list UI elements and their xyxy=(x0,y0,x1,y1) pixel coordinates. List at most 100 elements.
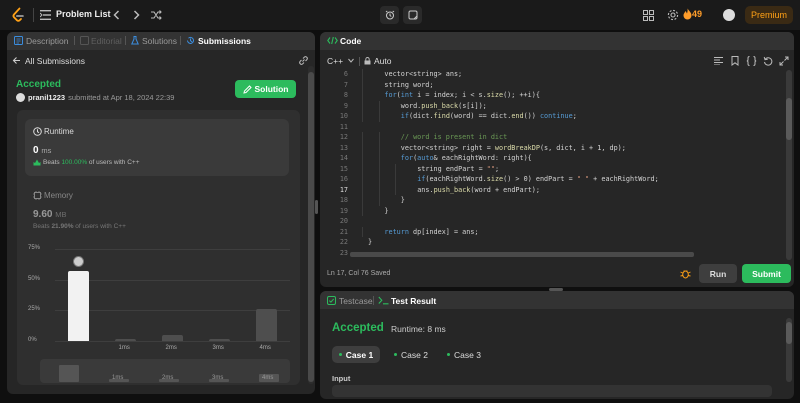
code-vertical-scrollbar[interactable] xyxy=(786,70,792,260)
case-1-tab[interactable]: Case 1 xyxy=(332,346,380,363)
run-button[interactable]: Run xyxy=(699,264,737,283)
tab-test-result[interactable]: Test Result xyxy=(391,296,436,306)
overview-bar xyxy=(59,365,79,382)
list-icon[interactable] xyxy=(40,10,51,20)
language-select[interactable]: C++ xyxy=(327,56,343,66)
distribution-overview[interactable]: 1ms 2ms 3ms 4ms xyxy=(40,359,290,383)
timer-button[interactable] xyxy=(380,6,399,24)
streak-count[interactable]: 49 xyxy=(692,9,702,19)
submit-button[interactable]: Submit xyxy=(742,264,791,283)
chevron-down-icon[interactable] xyxy=(348,58,354,63)
fullscreen-icon[interactable] xyxy=(779,56,789,66)
case-3-tab[interactable]: Case 3 xyxy=(442,346,486,363)
code-line[interactable]: ans.push_back(word + endPart); xyxy=(417,186,540,194)
input-label: Input xyxy=(332,374,351,383)
testcase-checkbox-icon xyxy=(327,296,336,305)
line-number: 15 xyxy=(339,164,348,173)
reset-icon[interactable] xyxy=(763,56,773,66)
chart-bar[interactable] xyxy=(162,334,183,341)
indent-guide xyxy=(362,132,364,143)
problem-list-link[interactable]: Problem List xyxy=(56,9,111,19)
autocomplete-mode[interactable]: Auto xyxy=(374,56,392,66)
code-line[interactable]: string endPart = ""; xyxy=(417,165,499,173)
braces-icon[interactable] xyxy=(746,56,757,66)
line-number: 7 xyxy=(343,80,348,89)
testcase-input-box[interactable] xyxy=(332,385,772,397)
line-number: 8 xyxy=(343,91,348,99)
left-panel-scrollbar[interactable] xyxy=(308,66,314,384)
tab-submissions[interactable]: Submissions xyxy=(198,36,251,46)
runtime-beats: Beats 100.00% of users with C++ xyxy=(43,159,140,166)
format-icon[interactable] xyxy=(714,57,723,65)
tab-solutions[interactable]: Solutions xyxy=(142,36,177,46)
link-icon[interactable] xyxy=(298,55,309,66)
user-avatar[interactable] xyxy=(723,9,735,21)
edit-icon xyxy=(242,84,252,94)
chart-bar[interactable] xyxy=(256,309,277,341)
chart-bar[interactable] xyxy=(115,338,136,341)
result-scroll-thumb[interactable] xyxy=(786,322,792,344)
tab-editorial[interactable]: Editorial xyxy=(91,36,122,46)
clock-icon xyxy=(33,127,42,136)
layout-grid-icon[interactable] xyxy=(643,10,654,21)
indent-guide xyxy=(362,184,364,195)
code-line[interactable]: string word; xyxy=(384,81,433,89)
chevron-right-icon[interactable] xyxy=(133,10,140,20)
memory-title: Memory xyxy=(44,191,73,200)
tab-description[interactable]: Description xyxy=(26,36,69,46)
debug-bug-icon[interactable] xyxy=(680,268,691,279)
premium-button[interactable]: Premium xyxy=(745,6,793,24)
chevron-left-icon[interactable] xyxy=(113,10,120,20)
author-name[interactable]: pranil1223 xyxy=(28,93,65,102)
code-line[interactable]: for(auto& eachRightWord: right){ xyxy=(401,154,532,162)
all-submissions-link[interactable]: All Submissions xyxy=(25,56,85,66)
result-scrollbar[interactable] xyxy=(786,318,792,382)
indent-guide xyxy=(378,111,380,122)
code-scroll-thumb[interactable] xyxy=(786,98,792,140)
indent-guide xyxy=(378,195,380,206)
line-number: 18 xyxy=(339,196,348,204)
code-line[interactable]: } xyxy=(368,238,372,246)
code-horizontal-scrollbar[interactable] xyxy=(350,252,694,257)
indent-guide xyxy=(362,163,364,174)
indent-guide xyxy=(362,195,364,206)
settings-gear-icon[interactable] xyxy=(667,9,679,21)
line-number: 20 xyxy=(339,217,348,225)
code-line[interactable]: vector<string> right = wordBreakDP(s, di… xyxy=(401,144,626,152)
shuffle-icon[interactable] xyxy=(150,9,162,21)
code-line[interactable]: return dp[index] = ans; xyxy=(384,228,478,236)
code-line[interactable]: vector<string> ans; xyxy=(384,70,462,78)
fire-icon xyxy=(683,8,692,20)
arrow-left-icon[interactable] xyxy=(12,56,21,65)
chart-bar[interactable] xyxy=(68,271,89,341)
indent-guide xyxy=(362,111,364,122)
code-line[interactable]: } xyxy=(384,207,388,215)
line-number: 23 xyxy=(339,248,348,257)
x-axis-tick-label: 1ms xyxy=(118,345,130,351)
notes-button[interactable] xyxy=(403,6,422,24)
code-tab[interactable]: Code xyxy=(340,36,361,46)
indent-guide xyxy=(378,163,380,174)
runtime-value: 0 ms xyxy=(33,145,52,156)
leetcode-logo[interactable] xyxy=(10,7,26,23)
post-solution-button[interactable]: Solution xyxy=(235,80,296,98)
vertical-resize-handle[interactable] xyxy=(315,200,318,214)
code-line[interactable]: if(dict.find(word) == dict.end()) contin… xyxy=(401,112,577,120)
line-number: 17 xyxy=(339,185,348,194)
case-2-tab[interactable]: Case 2 xyxy=(389,346,433,363)
code-line[interactable]: for(int i = index; i < s.size(); ++i){ xyxy=(384,91,540,99)
alarm-icon xyxy=(385,10,394,20)
code-line[interactable]: // word is present in dict xyxy=(401,133,507,141)
indent-guide xyxy=(395,174,397,185)
tab-testcase[interactable]: Testcase xyxy=(339,296,373,306)
code-line[interactable]: } xyxy=(401,196,405,204)
code-line[interactable]: if(eachRightWord.size() > 0) endPart = "… xyxy=(417,175,658,183)
code-line[interactable]: word.push_back(s[i]); xyxy=(401,102,487,110)
description-icon xyxy=(14,36,23,45)
bookmark-icon[interactable] xyxy=(731,56,739,66)
y-axis-tick-label: 0% xyxy=(28,337,37,343)
left-scroll-thumb[interactable] xyxy=(308,72,314,382)
indent-guide xyxy=(378,100,380,111)
chart-bar[interactable] xyxy=(209,338,230,341)
indent-guide xyxy=(378,132,380,143)
